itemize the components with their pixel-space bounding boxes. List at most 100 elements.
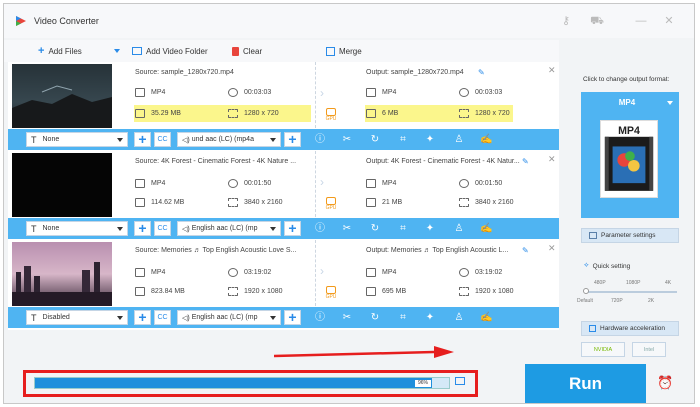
source-filename: Source: 4K Forest - Cinematic Forest - 4…	[135, 158, 297, 165]
minimize-button[interactable]: —	[634, 15, 648, 27]
output-format: MP4	[366, 179, 396, 188]
source-size: 114.62 MB	[135, 198, 184, 207]
output-format-label: MP4	[618, 98, 636, 107]
video-format-icon	[135, 268, 145, 277]
crop-icon[interactable]: ⌗	[397, 223, 409, 235]
progress-bar	[34, 377, 450, 389]
effects-icon[interactable]: ✦	[424, 134, 436, 146]
parameter-settings-button[interactable]: Parameter settings	[581, 228, 679, 243]
rotate-icon[interactable]: ↻	[369, 134, 381, 146]
output-format: MP4	[366, 268, 396, 277]
output-format: MP4	[366, 88, 396, 97]
quality-tick-2k: 2K	[648, 298, 655, 304]
speaker-icon: ◁)	[182, 314, 190, 322]
quality-slider-thumb[interactable]	[583, 288, 589, 294]
remove-file-button[interactable]: ✕	[548, 243, 556, 254]
audio-track-select[interactable]: ◁) English aac (LC) (mp	[177, 221, 281, 236]
subtitle-select[interactable]: T None	[26, 221, 128, 236]
hardware-acceleration-button[interactable]: Hardware acceleration	[581, 321, 679, 336]
file-options-bar: T Disabled + CC ◁) English aac (LC) (mp + …	[8, 307, 559, 328]
watermark-icon[interactable]: ♙	[453, 134, 465, 146]
remove-file-button[interactable]: ✕	[548, 65, 556, 76]
mp4-format-icon: MP4	[600, 120, 658, 198]
chip-icon	[589, 325, 596, 332]
info-icon[interactable]: ⓘ	[314, 134, 326, 146]
add-files-dropdown[interactable]	[114, 45, 120, 57]
resolution-icon	[228, 198, 238, 207]
source-format: MP4	[135, 179, 165, 188]
file-size-icon	[366, 109, 376, 118]
close-window-button[interactable]: ✕	[662, 15, 676, 27]
edit-output-name-icon[interactable]: ✎	[522, 246, 529, 255]
output-format-selector[interactable]: MP4 MP4	[581, 92, 679, 218]
output-duration: 03:19:02	[459, 268, 502, 277]
subtitle-select[interactable]: T Disabled	[26, 310, 128, 325]
edit-output-name-icon[interactable]: ✎	[478, 68, 485, 77]
clock-icon	[459, 88, 469, 97]
alarm-clock-icon[interactable]: ⏰	[657, 375, 673, 391]
watermark-icon[interactable]: ♙	[453, 312, 465, 324]
source-resolution: 1920 x 1080	[228, 287, 283, 296]
trim-icon[interactable]: ✂	[341, 312, 353, 324]
subtitle-select[interactable]: T None	[26, 132, 128, 147]
add-audio-button[interactable]: +	[284, 132, 301, 147]
effects-icon[interactable]: ✦	[424, 312, 436, 324]
video-thumbnail[interactable]	[12, 64, 112, 128]
nvidia-option[interactable]: NVIDIA	[581, 342, 625, 357]
resolution-icon	[459, 109, 469, 118]
add-audio-button[interactable]: +	[284, 310, 301, 325]
file-options-bar: T None + CC ◁) und aac (LC) (mp4a + ⓘ ✂ ↻ …	[8, 129, 559, 150]
clear-label: Clear	[243, 46, 263, 56]
video-thumbnail[interactable]	[12, 153, 112, 217]
run-button[interactable]: Run	[525, 364, 646, 403]
quality-tick-1080p: 1080P	[626, 280, 641, 286]
file-row[interactable]: Source: Memories ♬ Top English Acoustic …	[8, 240, 559, 330]
trim-icon[interactable]: ✂	[341, 134, 353, 146]
output-resolution: 3840 x 2160	[459, 198, 514, 207]
add-subtitle-button[interactable]: +	[134, 310, 151, 325]
add-subtitle-button[interactable]: +	[134, 132, 151, 147]
edit-output-name-icon[interactable]: ✎	[522, 157, 529, 166]
effects-icon[interactable]: ✦	[424, 223, 436, 235]
settings-icon	[589, 232, 597, 239]
resolution-icon	[228, 109, 238, 118]
intel-option[interactable]: Intel	[632, 342, 666, 357]
audio-track-select[interactable]: ◁) English aac (LC) (mp	[177, 310, 281, 325]
crop-icon[interactable]: ⌗	[397, 134, 409, 146]
trim-icon[interactable]: ✂	[341, 223, 353, 235]
crop-icon[interactable]: ⌗	[397, 312, 409, 324]
output-folder-button[interactable]	[453, 376, 467, 389]
output-size: 21 MB	[366, 198, 402, 207]
edit-icon[interactable]: ✍	[480, 223, 492, 235]
merge-button[interactable]: Merge	[326, 45, 362, 57]
output-settings-panel: Click to change output format: MP4 MP4 P…	[574, 62, 694, 362]
file-row[interactable]: Source: sample_1280x720.mp4 MP4 00:03:03…	[8, 62, 559, 152]
app-logo-icon	[16, 16, 26, 26]
cc-button[interactable]: CC	[154, 310, 171, 325]
add-audio-button[interactable]: +	[284, 221, 301, 236]
quality-slider-track[interactable]	[585, 291, 677, 293]
add-subtitle-button[interactable]: +	[134, 221, 151, 236]
info-icon[interactable]: ⓘ	[314, 223, 326, 235]
rotate-icon[interactable]: ↻	[369, 312, 381, 324]
quality-tick-720p: 720P	[611, 298, 623, 304]
file-size-icon	[135, 287, 145, 296]
remove-file-button[interactable]: ✕	[548, 154, 556, 165]
chevron-down-icon	[270, 138, 276, 142]
clear-button[interactable]: Clear	[232, 45, 262, 57]
watermark-icon[interactable]: ♙	[453, 223, 465, 235]
cart-icon[interactable]: ⛟	[590, 15, 604, 27]
file-row[interactable]: Source: 4K Forest - Cinematic Forest - 4…	[8, 151, 559, 241]
add-files-button[interactable]: + Add Files	[38, 45, 82, 57]
info-icon[interactable]: ⓘ	[314, 312, 326, 324]
cc-button[interactable]: CC	[154, 221, 171, 236]
rotate-icon[interactable]: ↻	[369, 223, 381, 235]
speaker-icon: ◁)	[182, 136, 190, 144]
video-thumbnail[interactable]	[12, 242, 112, 306]
add-video-folder-button[interactable]: Add Video Folder	[132, 45, 208, 57]
edit-icon[interactable]: ✍	[480, 134, 492, 146]
key-icon[interactable]: ⚷	[559, 15, 573, 27]
audio-track-select[interactable]: ◁) und aac (LC) (mp4a	[177, 132, 281, 147]
cc-button[interactable]: CC	[154, 132, 171, 147]
edit-icon[interactable]: ✍	[480, 312, 492, 324]
